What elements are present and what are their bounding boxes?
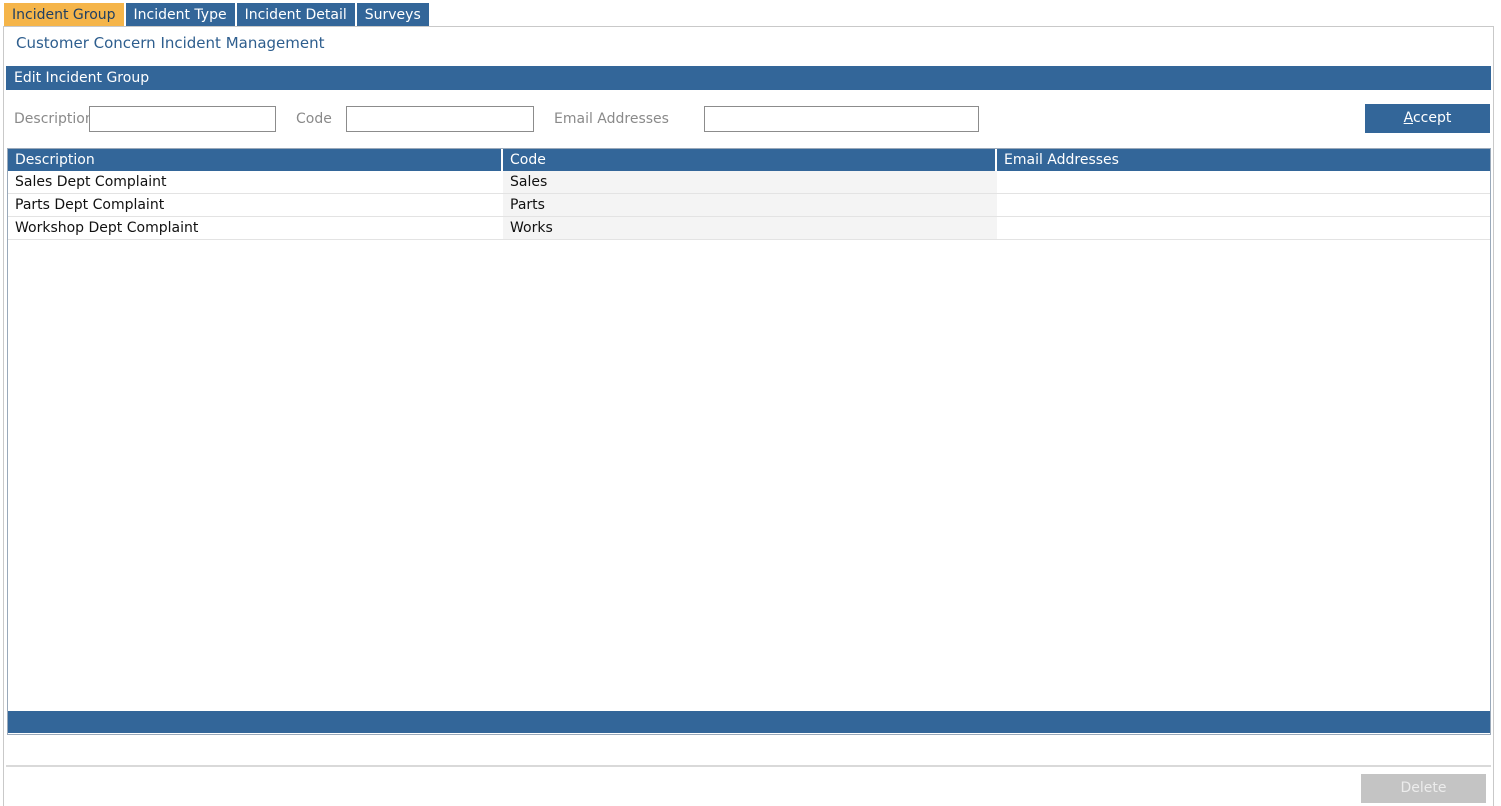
column-header-code[interactable]: Code [503, 149, 997, 171]
tab-bar: Incident Group Incident Type Incident De… [4, 3, 431, 27]
page-title: Customer Concern Incident Management [16, 34, 325, 52]
grid-header: Description Code Email Addresses [8, 149, 1490, 171]
accept-button[interactable]: Accept [1365, 104, 1490, 133]
accept-button-hotkey: A [1403, 110, 1413, 126]
email-addresses-label: Email Addresses [554, 111, 669, 127]
footer-divider [6, 765, 1491, 767]
tab-incident-group[interactable]: Incident Group [4, 3, 124, 27]
column-header-email-addresses[interactable]: Email Addresses [997, 149, 1490, 171]
cell-code: Sales [503, 171, 997, 193]
accept-button-label: ccept [1412, 110, 1452, 126]
tab-surveys[interactable]: Surveys [356, 3, 429, 27]
description-input[interactable] [89, 106, 276, 132]
table-row[interactable]: Workshop Dept Complaint Works [8, 217, 1490, 240]
column-header-description[interactable]: Description [8, 149, 503, 171]
cell-description: Sales Dept Complaint [15, 174, 167, 190]
table-row[interactable]: Parts Dept Complaint Parts [8, 194, 1490, 217]
code-label: Code [296, 111, 332, 127]
section-header: Edit Incident Group [6, 66, 1491, 90]
cell-description: Parts Dept Complaint [15, 197, 165, 213]
cell-code: Parts [503, 194, 997, 216]
cell-email [997, 171, 1490, 193]
code-input[interactable] [346, 106, 534, 132]
grid-footer [8, 711, 1490, 733]
cell-description: Workshop Dept Complaint [15, 220, 199, 236]
table-row[interactable]: Sales Dept Complaint Sales [8, 171, 1490, 194]
description-label: Description [14, 111, 94, 127]
tab-incident-type[interactable]: Incident Type [125, 3, 235, 27]
email-addresses-input[interactable] [704, 106, 979, 132]
incident-group-grid: Description Code Email Addresses Sales D… [7, 148, 1491, 735]
delete-button[interactable]: Delete [1361, 774, 1486, 803]
cell-email [997, 194, 1490, 216]
tab-incident-detail[interactable]: Incident Detail [236, 3, 355, 27]
cell-email [997, 217, 1490, 239]
cell-code: Works [503, 217, 997, 239]
